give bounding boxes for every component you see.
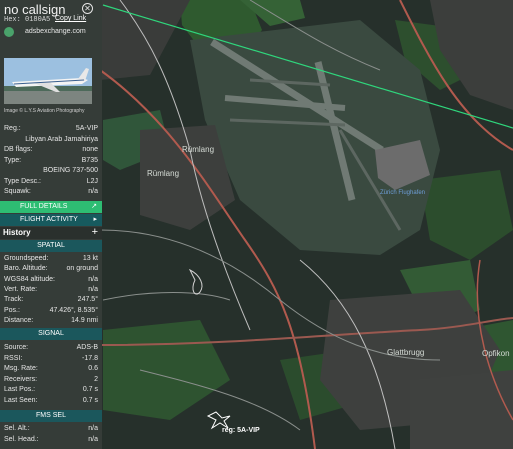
info-row: Squawk: n/a xyxy=(0,188,102,198)
field-value: 13 kt xyxy=(82,255,98,262)
map-label-opfikon: Opfikon xyxy=(482,349,510,358)
field-value: on ground xyxy=(66,265,98,273)
spatial-row: Pos.: 47.426°, 8.535° xyxy=(0,307,102,317)
field-label: Type: xyxy=(4,156,22,164)
field-label: Groundspeed: xyxy=(4,255,49,262)
field-value: none xyxy=(82,146,98,153)
field-value: 47.426°, 8.535° xyxy=(49,306,98,314)
hex-line: Hex: 0180A5 xyxy=(4,16,50,24)
spatial-row: Groundspeed: 13 kt xyxy=(0,255,102,265)
info-row: Reg.: 5A-VIP xyxy=(0,125,102,135)
signal-row: Msg. Rate: 0.6 xyxy=(0,365,102,375)
field-value: B735 xyxy=(81,156,98,164)
field-label: Baro. Altitude: xyxy=(4,265,48,273)
map-label-zurich-flughafen: Zürich Flughafen xyxy=(380,190,425,196)
copy-link[interactable]: Copy Link xyxy=(55,15,86,22)
spatial-row: WGS84 altitude: n/a xyxy=(0,276,102,286)
field-value: 2 xyxy=(94,375,98,383)
field-label: Distance: xyxy=(4,316,34,324)
fms-section-title: FMS SEL xyxy=(36,412,66,419)
info-row: BOEING 737-500 xyxy=(0,167,102,177)
map-label-rumlang-2: Rümlang xyxy=(147,169,179,178)
flight-activity-label: FLIGHT ACTIVITY xyxy=(20,216,78,223)
signal-section-title: SIGNAL xyxy=(38,330,64,337)
signal-row: RSSI: -17.8 xyxy=(0,355,102,365)
fms-row: Sel. Head.: n/a xyxy=(0,436,102,446)
field-label: WGS84 altitude: xyxy=(4,275,55,283)
spatial-row: Vert. Rate: n/a xyxy=(0,286,102,296)
field-value: 5A-VIP xyxy=(75,125,98,132)
field-label: DB flags: xyxy=(4,146,33,153)
map-label-rumlang: Rümlang xyxy=(182,145,214,154)
field-value: 0.7 s xyxy=(82,396,98,404)
history-label: History xyxy=(3,228,31,237)
spatial-row: Distance: 14.9 nmi xyxy=(0,317,102,327)
field-label: Receivers: xyxy=(4,375,38,383)
adsbexchange-logo-icon xyxy=(4,27,14,37)
info-row: DB flags: none xyxy=(0,146,102,156)
close-icon[interactable]: ✕ xyxy=(82,3,93,14)
plus-icon[interactable]: + xyxy=(92,226,98,238)
external-link-icon: ↗ xyxy=(91,203,97,210)
flight-activity-button[interactable]: FLIGHT ACTIVITY ▸ xyxy=(0,214,102,226)
aircraft-label: reg: 5A-VIP xyxy=(222,427,260,434)
field-label: Type Desc.: xyxy=(4,177,41,185)
fms-section-header[interactable]: FMS SEL xyxy=(0,410,102,422)
signal-row: Last Pos.: 0.7 s xyxy=(0,386,102,396)
field-value: -17.8 xyxy=(82,354,98,362)
field-value: L2J xyxy=(86,177,98,185)
hex-label: Hex: xyxy=(4,16,21,24)
field-label: Reg.: xyxy=(4,125,21,132)
field-label: Vert. Rate: xyxy=(4,285,38,293)
field-label: Sel. Alt.: xyxy=(4,425,30,432)
signal-row: Source: ADS-B xyxy=(0,344,102,354)
field-label: Source: xyxy=(4,344,29,351)
field-label: Sel. Head.: xyxy=(4,436,39,443)
photo-caption: Image © L.Y.S Aviation Photography xyxy=(4,108,85,114)
fms-row: Sel. Alt.: n/a xyxy=(0,425,102,435)
chevron-right-icon: ▸ xyxy=(93,216,97,223)
signal-section-header[interactable]: SIGNAL xyxy=(0,328,102,340)
field-value: n/a xyxy=(88,436,98,443)
field-value: 0.6 xyxy=(88,365,98,372)
full-details-label: FULL DETAILS xyxy=(20,203,68,210)
field-value: ADS-B xyxy=(76,344,98,351)
info-row: Type Desc.: L2J xyxy=(0,178,102,188)
field-label: Last Pos.: xyxy=(4,386,36,393)
sidebar-header: no callsign ✕ Hex: 0180A5 Copy Link adsb… xyxy=(0,0,102,44)
field-label: Msg. Rate: xyxy=(4,365,38,372)
field-value: n/a xyxy=(88,275,98,283)
field-label: Squawk: xyxy=(4,188,31,195)
full-details-button[interactable]: FULL DETAILS ↗ xyxy=(0,201,102,213)
signal-row: Last Seen: 0.7 s xyxy=(0,397,102,407)
aircraft-info-sidebar: no callsign ✕ Hex: 0180A5 Copy Link adsb… xyxy=(0,0,102,449)
field-value: 0.7 s xyxy=(82,386,98,393)
spatial-row: Track: 247.5° xyxy=(0,296,102,306)
field-label: RSSI: xyxy=(4,354,23,362)
history-bar[interactable]: History + xyxy=(0,226,102,239)
source-link[interactable]: adsbexchange.com xyxy=(25,28,86,35)
signal-row: Receivers: 2 xyxy=(0,376,102,386)
info-row: Type: B735 xyxy=(0,157,102,167)
spatial-section-header[interactable]: SPATIAL xyxy=(0,240,102,252)
spatial-section-title: SPATIAL xyxy=(37,242,65,249)
field-label: Pos.: xyxy=(4,306,20,314)
spatial-row: Baro. Altitude: on ground xyxy=(0,265,102,275)
map-label-glattbrugg: Glattbrugg xyxy=(387,348,424,357)
field-value: Libyan Arab Jamahiriya xyxy=(25,135,98,143)
field-value: n/a xyxy=(88,425,98,432)
field-label: Track: xyxy=(4,296,24,304)
field-value: n/a xyxy=(88,188,98,195)
field-value: n/a xyxy=(88,285,98,293)
aircraft-photo-image xyxy=(4,58,92,104)
info-row: Libyan Arab Jamahiriya xyxy=(0,136,102,146)
field-value: BOEING 737-500 xyxy=(43,167,98,174)
field-label: Last Seen: xyxy=(4,396,38,404)
aircraft-photo[interactable] xyxy=(4,58,92,104)
field-value: 14.9 nmi xyxy=(71,316,98,324)
hex-code: 0180A5 xyxy=(25,16,51,24)
field-value: 247.5° xyxy=(77,296,98,304)
